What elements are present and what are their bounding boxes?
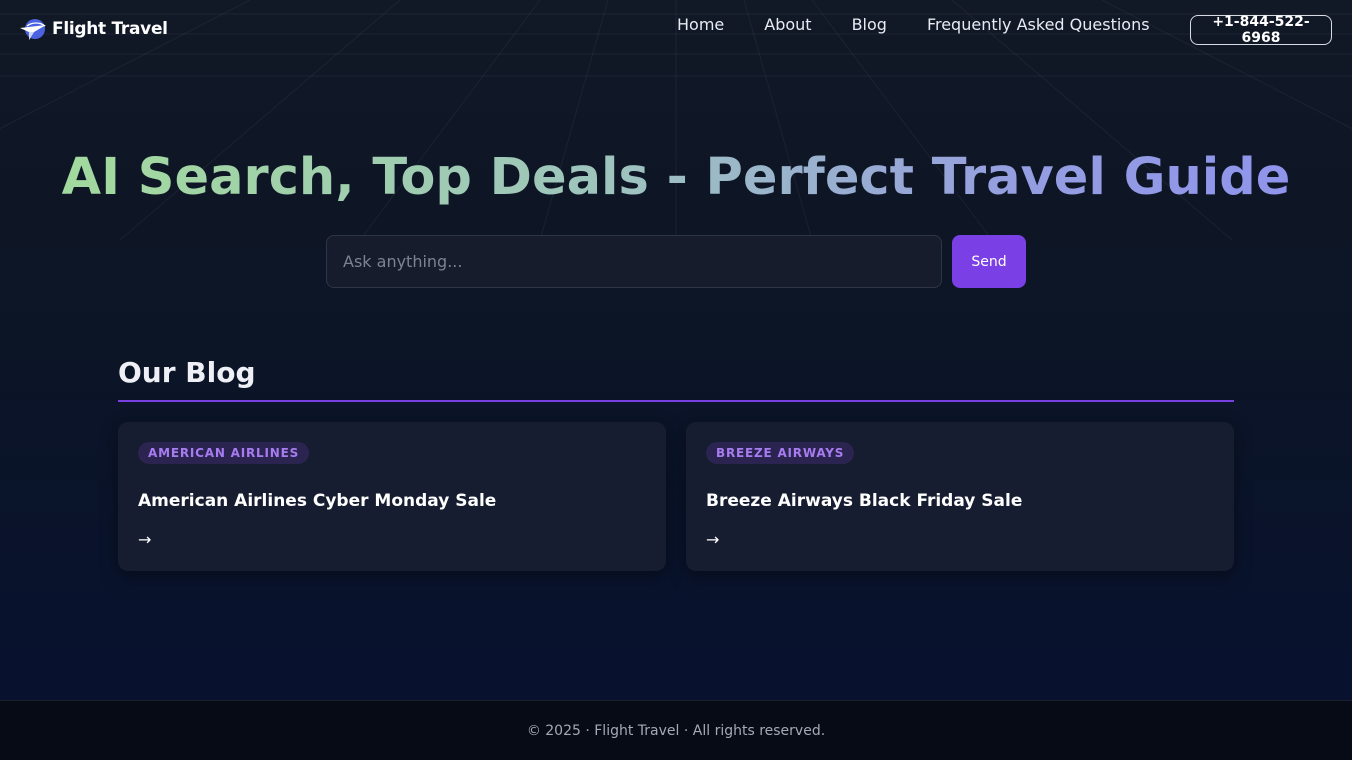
blog-card-title[interactable]: American Airlines Cyber Monday Sale xyxy=(138,491,496,511)
nav-home[interactable]: Home xyxy=(677,14,724,36)
arrow-right-icon[interactable]: → xyxy=(138,530,151,549)
blog-card-tag: BREEZE AIRWAYS xyxy=(706,442,855,464)
footer-copyright: © 2025 · Flight Travel · All rights rese… xyxy=(526,723,826,739)
phone-button[interactable]: +1-844-522-6968 xyxy=(1190,14,1332,46)
send-button[interactable]: Send xyxy=(952,235,1026,288)
nav-blog[interactable]: Blog xyxy=(852,14,887,36)
site-header: Flight Travel Home About Blog Frequently… xyxy=(0,0,1352,58)
main-nav: Home About Blog Frequently Asked Questio… xyxy=(677,14,1190,36)
search-input[interactable] xyxy=(326,235,942,288)
site-footer: © 2025 · Flight Travel · All rights rese… xyxy=(0,700,1352,760)
blog-card-american-airlines[interactable]: AMERICAN AIRLINES American Airlines Cybe… xyxy=(118,422,666,571)
arrow-right-icon[interactable]: → xyxy=(706,530,719,549)
nav-faq[interactable]: Frequently Asked Questions xyxy=(927,14,1150,36)
plane-globe-icon xyxy=(20,19,46,40)
blog-heading: Our Blog xyxy=(118,356,256,389)
blog-card-title[interactable]: Breeze Airways Black Friday Sale xyxy=(706,491,1022,511)
blog-card-tag: AMERICAN AIRLINES xyxy=(138,442,310,464)
logo-text: Flight Travel xyxy=(52,19,168,39)
hero-title: AI Search, Top Deals - Perfect Travel Gu… xyxy=(0,148,1352,208)
site-logo[interactable]: Flight Travel xyxy=(20,16,168,42)
blog-divider xyxy=(118,400,1234,402)
nav-about[interactable]: About xyxy=(764,14,811,36)
blog-card-breeze-airways[interactable]: BREEZE AIRWAYS Breeze Airways Black Frid… xyxy=(686,422,1234,571)
